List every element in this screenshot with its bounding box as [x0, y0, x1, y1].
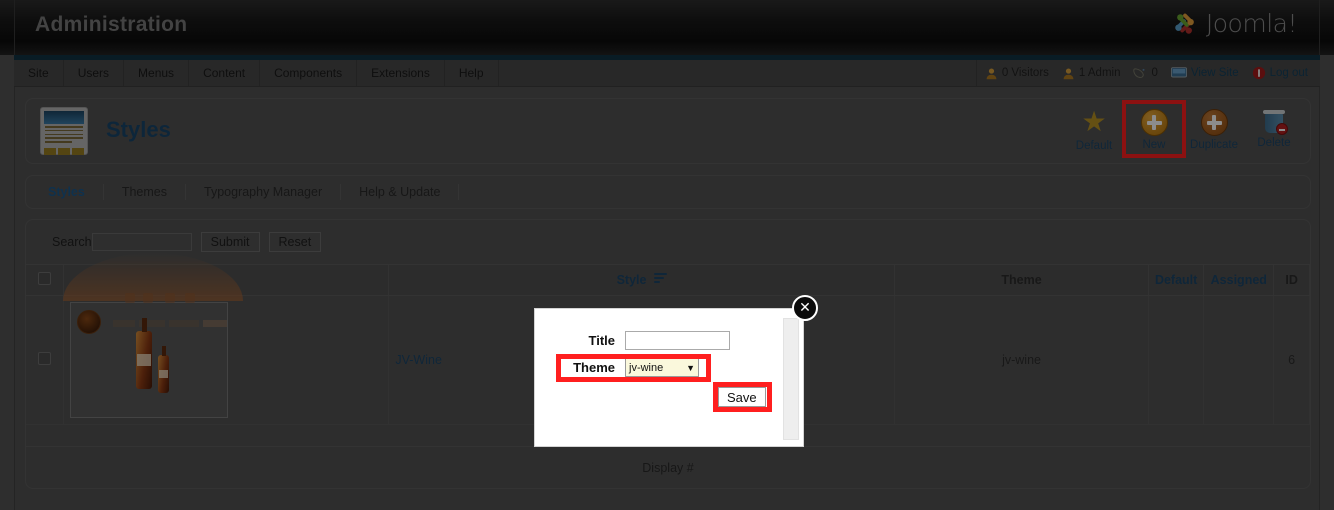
- page-title: Styles: [106, 117, 171, 142]
- row-id-cell: 6: [1273, 295, 1310, 425]
- toolbar-duplicate-button[interactable]: Duplicate: [1186, 104, 1242, 154]
- row-select-cell: [26, 295, 65, 425]
- toolbar-new-button[interactable]: New: [1122, 100, 1186, 158]
- tabs-bar: Styles Themes Typography Manager Help & …: [25, 175, 1311, 209]
- logout-label: Log out: [1269, 67, 1308, 79]
- modal-theme-value: jv-wine: [629, 361, 664, 374]
- view-site-icon: [1170, 67, 1187, 78]
- visitors-icon: [986, 67, 997, 79]
- tab-themes[interactable]: Themes: [104, 184, 186, 200]
- default-column-header[interactable]: Default: [1148, 265, 1205, 296]
- modal-theme-row: Theme jv-wine ▼: [555, 358, 699, 377]
- styles-icon-header: [44, 111, 84, 124]
- modal-title-row: Title: [555, 331, 730, 350]
- search-reset-button[interactable]: Reset: [268, 232, 322, 252]
- search-bar: Search Submit Reset: [26, 220, 1310, 265]
- menu-item-site[interactable]: Site: [14, 60, 64, 86]
- style-thumbnail[interactable]: [63, 252, 244, 418]
- tab-typography-manager[interactable]: Typography Manager: [186, 184, 342, 200]
- top-header: Administration Joomla!: [0, 0, 1334, 55]
- menu-item-content[interactable]: Content: [189, 60, 261, 86]
- style-name-link[interactable]: JV-Wine: [395, 353, 442, 367]
- admin-page: Administration Joomla! Site Users Menus: [0, 0, 1334, 510]
- modal-theme-label: Theme: [573, 360, 615, 375]
- status-area: 0 Visitors 1 Admin 0 View Site Log out: [977, 60, 1320, 86]
- styles-icon-lines: [44, 124, 84, 147]
- toolbar: ★ Default New Duplicate Delete: [1066, 100, 1302, 158]
- row-theme-cell: jv-wine: [894, 295, 1149, 425]
- toolbar-duplicate-label: Duplicate: [1190, 139, 1238, 151]
- sort-descending-icon: [653, 272, 667, 285]
- styles-icon-blocks: [44, 147, 84, 155]
- main-menu-bar: Site Users Menus Content Components Exte…: [14, 60, 1320, 87]
- visitors-status: 0 Visitors: [985, 67, 1049, 80]
- search-label: Search: [52, 235, 92, 249]
- joomla-brand: Joomla!: [1170, 8, 1298, 38]
- modal-close-button[interactable]: ✕: [792, 295, 818, 321]
- display-count-footer[interactable]: Display #: [26, 446, 1310, 488]
- row-thumbnail-cell: [63, 252, 390, 425]
- chevron-down-icon: ▼: [686, 362, 695, 373]
- logout-link[interactable]: Log out: [1252, 66, 1308, 80]
- trash-icon: [1262, 109, 1288, 135]
- assigned-column-header[interactable]: Assigned: [1203, 265, 1275, 296]
- toolbar-default-label: Default: [1075, 140, 1113, 152]
- admin-label: 1 Admin: [1078, 67, 1121, 79]
- select-all-checkbox[interactable]: [38, 271, 52, 285]
- menu-item-components[interactable]: Components: [260, 60, 358, 86]
- menu-item-users[interactable]: Users: [64, 60, 125, 86]
- row-default-cell: [1148, 295, 1205, 425]
- messages-icon: [1133, 68, 1145, 78]
- administration-title: Administration: [35, 13, 188, 36]
- plus-circle-icon: [1140, 109, 1168, 136]
- admin-status: 1 Admin: [1062, 67, 1121, 80]
- template-styles-icon: [40, 107, 88, 155]
- tab-help-and-update[interactable]: Help & Update: [341, 184, 460, 200]
- joomla-logo-icon: [1175, 13, 1194, 34]
- admin-user-icon: [1063, 67, 1074, 79]
- id-column-header[interactable]: ID: [1273, 265, 1310, 296]
- menu-item-menus[interactable]: Menus: [124, 60, 190, 86]
- joomla-wordmark: Joomla!: [1205, 8, 1298, 38]
- tab-styles[interactable]: Styles: [26, 184, 104, 200]
- style-column-header[interactable]: Style: [388, 265, 896, 296]
- modal-scrollbar[interactable]: [783, 318, 799, 440]
- view-site-label: View Site: [1190, 67, 1239, 79]
- modal-save-button[interactable]: Save: [718, 387, 766, 407]
- modal-title-input[interactable]: [625, 331, 730, 350]
- theme-column-header[interactable]: Theme: [894, 265, 1149, 296]
- row-checkbox[interactable]: [38, 351, 52, 365]
- menu-spacer: [499, 60, 977, 86]
- row-assigned-cell: [1203, 295, 1275, 425]
- visitors-label: 0 Visitors: [1001, 67, 1049, 79]
- modal-body: Title Theme jv-wine ▼ Save: [534, 308, 804, 447]
- modal-title-label: Title: [588, 333, 616, 348]
- logout-icon: [1252, 66, 1265, 80]
- new-style-modal: Title Theme jv-wine ▼ Save ✕: [534, 295, 818, 447]
- search-input[interactable]: [91, 233, 192, 251]
- menu-item-help[interactable]: Help: [445, 60, 499, 86]
- style-column-label: Style: [616, 272, 647, 287]
- modal-theme-select[interactable]: jv-wine ▼: [625, 358, 699, 377]
- select-all-header: [26, 265, 65, 296]
- toolbar-default-button[interactable]: ★ Default: [1066, 104, 1122, 155]
- page-titlebar: Styles ★ Default New Duplicate Delete: [25, 98, 1311, 164]
- view-site-link[interactable]: View Site: [1170, 67, 1239, 79]
- menu-item-extensions[interactable]: Extensions: [357, 60, 445, 86]
- star-icon: ★: [1081, 106, 1107, 137]
- toolbar-new-label: New: [1142, 139, 1166, 151]
- plus-circle-icon: [1200, 109, 1228, 136]
- messages-count: 0: [1151, 67, 1158, 79]
- toolbar-delete-button[interactable]: Delete: [1246, 104, 1302, 152]
- toolbar-delete-label: Delete: [1257, 137, 1291, 149]
- header-inner: Administration Joomla!: [14, 0, 1320, 55]
- messages-status[interactable]: 0: [1133, 67, 1158, 79]
- search-submit-button[interactable]: Submit: [200, 232, 260, 252]
